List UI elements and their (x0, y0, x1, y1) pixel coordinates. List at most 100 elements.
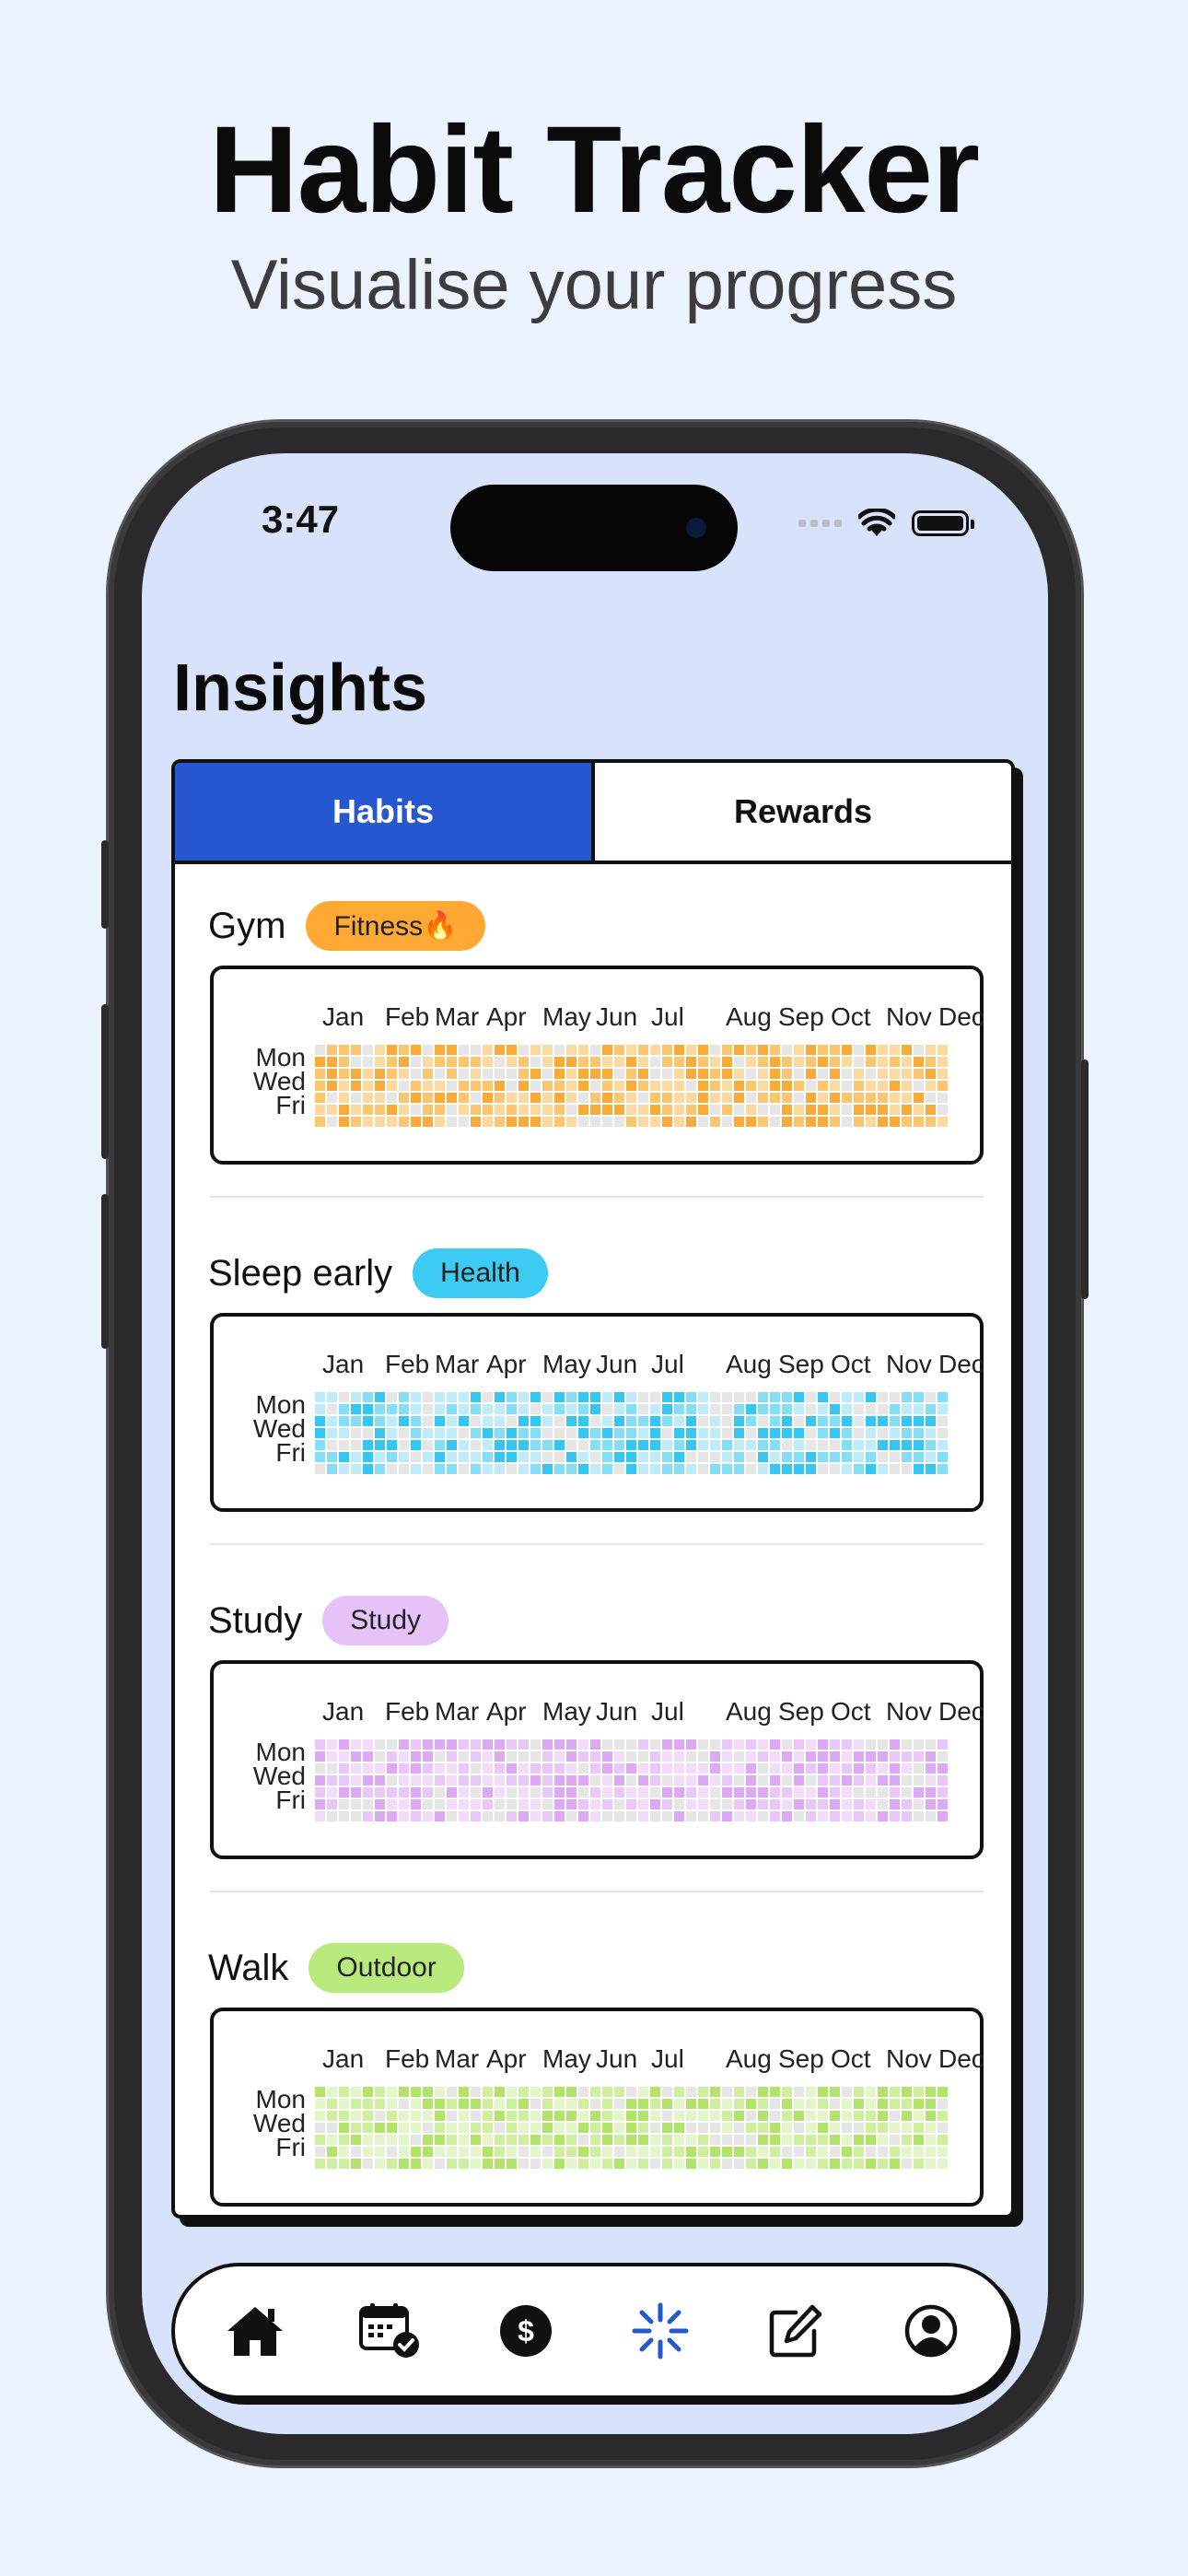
heatmap-cell (806, 1045, 816, 1055)
heatmap-cell (327, 2111, 337, 2121)
heatmap-cell (686, 1081, 696, 1091)
heatmap-cell (614, 2135, 624, 2145)
heatmap-cell (794, 1404, 804, 1414)
heatmap-cell (339, 1081, 349, 1091)
nav-journal[interactable] (750, 2285, 842, 2377)
nav-profile[interactable] (885, 2285, 977, 2377)
heatmap-cell (435, 1416, 445, 1426)
heatmap-cell (542, 1763, 553, 1774)
heatmap-cell (351, 1464, 361, 1474)
heatmap-cell (363, 1404, 373, 1414)
heatmap-cell (746, 1464, 756, 1474)
heatmap-cell (423, 1739, 433, 1750)
heatmap-cell (483, 2135, 493, 2145)
habit-tag[interactable]: Outdoor (309, 1943, 464, 1993)
heatmap-cell (351, 1416, 361, 1426)
nav-home[interactable] (209, 2285, 301, 2377)
heatmap-cell (411, 1787, 421, 1797)
heatmap-cell (710, 1464, 720, 1474)
nav-insights[interactable] (614, 2285, 706, 2377)
heatmap-cell (566, 1811, 577, 1821)
heatmap-cell (770, 1440, 780, 1450)
heatmap-cell (722, 2135, 732, 2145)
heatmap-cell (914, 2087, 924, 2097)
heatmap-cell (938, 1464, 948, 1474)
heatmap-cell (674, 1105, 684, 1115)
heatmap-cell (770, 1404, 780, 1414)
svg-text:$: $ (518, 2314, 534, 2348)
heatmap-cell (854, 2159, 864, 2169)
heatmap-cell (830, 1751, 840, 1762)
heatmap-cell (794, 1751, 804, 1762)
heatmap-cell (375, 1799, 385, 1809)
heatmap-cell (710, 1775, 720, 1786)
heatmap-cell (327, 1404, 337, 1414)
month-label: Oct (831, 1697, 871, 1726)
heatmap-cell (842, 2087, 852, 2097)
heatmap-cell (495, 2087, 505, 2097)
heatmap-cell (626, 2087, 636, 2097)
month-label: May (542, 2044, 591, 2073)
heatmap-cell (363, 1739, 373, 1750)
heatmap-cell (734, 1416, 744, 1426)
heatmap-cell (483, 1751, 493, 1762)
month-label: Feb (385, 1350, 430, 1378)
heatmap-cell (794, 1440, 804, 1450)
heatmap-cell (638, 1117, 648, 1127)
heatmap-cell (638, 1787, 648, 1797)
habit-tag[interactable]: Health (413, 1248, 548, 1298)
tab-rewards[interactable]: Rewards (595, 763, 1011, 861)
heatmap-cell (914, 1105, 924, 1115)
heatmap-cell (938, 1452, 948, 1462)
heatmap-cell (327, 1069, 337, 1079)
heatmap-cell (399, 1069, 409, 1079)
heatmap-cell (435, 2159, 445, 2169)
heatmap-cell (830, 2123, 840, 2133)
heatmap-cell (758, 2099, 768, 2109)
heatmap-cell (447, 1093, 457, 1103)
heatmap-cell (399, 1057, 409, 1067)
nav-calendar[interactable] (344, 2285, 437, 2377)
heatmap-cell (566, 2087, 577, 2097)
heatmap-cell (626, 1081, 636, 1091)
heatmap-cell (399, 2135, 409, 2145)
heatmap-cell (399, 1045, 409, 1055)
heatmap-cell (399, 1081, 409, 1091)
heatmap-cell (399, 1452, 409, 1462)
heatmap-cell (315, 2135, 325, 2145)
heatmap-cell (542, 1069, 553, 1079)
heatmap-cell (650, 1428, 660, 1438)
heatmap-cell (818, 1739, 828, 1750)
heatmap-cell (530, 2135, 541, 2145)
heatmap-cell (315, 1093, 325, 1103)
heatmap-cell (842, 1799, 852, 1809)
heatmap-cell (746, 1739, 756, 1750)
nav-rewards[interactable]: $ (480, 2285, 572, 2377)
heatmap-cell (854, 1787, 864, 1797)
volume-up-button (101, 1004, 109, 1159)
habit-tag[interactable]: Study (322, 1596, 449, 1645)
heatmap-cell (866, 1069, 876, 1079)
habit-tag[interactable]: Fitness🔥 (306, 901, 485, 951)
heatmap-cell (602, 2123, 612, 2133)
heatmap-cell (542, 2147, 553, 2157)
heatmap-cell (447, 1811, 457, 1821)
heatmap-cell (435, 2147, 445, 2157)
heatmap-cell (518, 1093, 529, 1103)
heatmap-cell (423, 2087, 433, 2097)
heatmap-cell (471, 1464, 481, 1474)
heatmap-cell (878, 2123, 888, 2133)
heatmap-cell (399, 1799, 409, 1809)
heatmap-cell (806, 1452, 816, 1462)
tab-habits[interactable]: Habits (175, 763, 595, 861)
month-label: Mar (435, 1350, 480, 1378)
heatmap-cell (351, 1799, 361, 1809)
heatmap-cell (447, 2111, 457, 2121)
heatmap-cell (638, 1452, 648, 1462)
heatmap-cell (387, 2135, 397, 2145)
heatmap-cell (423, 2099, 433, 2109)
heatmap-cell (926, 1045, 936, 1055)
heatmap-cell (447, 1404, 457, 1414)
heatmap-cell (830, 2147, 840, 2157)
heatmap-cell (507, 1464, 517, 1474)
